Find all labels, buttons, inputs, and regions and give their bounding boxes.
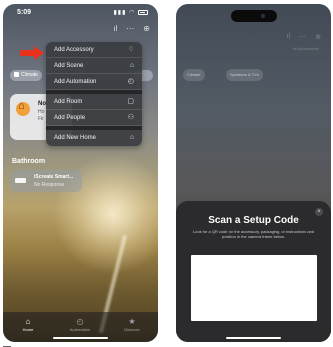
waveform-icon[interactable]: ıl: [113, 24, 117, 33]
chip-speakers-tvs: Speakers & TVs: [226, 69, 263, 81]
card-subtitle: Ho: [38, 109, 45, 115]
tab-label: Automation: [69, 327, 91, 332]
status-time: 5:09: [17, 9, 32, 16]
scan-sheet: × Scan a Setup Code Look for a QR code o…: [176, 201, 331, 342]
add-icon: ⊕: [315, 34, 321, 41]
chip-label: Climate: [187, 72, 201, 77]
menu-item-add-scene[interactable]: Add Scene ⌂: [46, 58, 142, 74]
lightbulb-icon: ♢: [127, 46, 134, 53]
home-indicator: [226, 337, 281, 339]
room-section-title: Bathroom: [12, 158, 46, 165]
house-icon: ⌂: [129, 62, 134, 69]
menu-item-label: Add Accessory: [54, 47, 94, 53]
red-arrow-icon: [20, 46, 44, 60]
add-icon[interactable]: ⊕: [143, 24, 150, 33]
chip-climate: Climate: [183, 69, 205, 81]
thermometer-icon: [14, 72, 19, 78]
more-icon[interactable]: ⋯: [126, 24, 134, 33]
menu-item-label: Add People: [54, 115, 86, 121]
sheet-description: Look for a QR code on the accessory, pac…: [192, 229, 315, 239]
menu-item-label: Add Scene: [54, 63, 84, 69]
home-indicator: [53, 337, 108, 339]
status-bar: 5:09 ▮▮▮ ◠: [3, 9, 158, 21]
chip-label: Climate: [21, 72, 38, 78]
home-app-screen: 5:09 ▮▮▮ ◠ ıl ⋯ ⊕ Climate No Ho Fir Bath…: [3, 4, 158, 342]
home-icon: ⌂: [129, 134, 134, 141]
accessory-name: iScreate Smart...: [34, 174, 74, 180]
menu-item-add-accessory[interactable]: Add Accessory ♢: [46, 42, 142, 58]
add-menu: Add Accessory ♢ Add Scene ⌂ Add Automati…: [46, 42, 142, 146]
tab-home[interactable]: ⌂ Home: [13, 317, 43, 332]
dynamic-island: [231, 10, 277, 22]
tab-bar: ⌂ Home ◴ Automation ★ Discover: [3, 312, 158, 342]
scan-code-screen: ıl ⋯ ⊕ all Accessories Climate Speakers …: [176, 4, 331, 342]
house-icon: ⌂: [25, 317, 31, 326]
clock-icon: ◴: [127, 78, 134, 85]
top-toolbar: ıl ⋯ ⊕: [113, 24, 150, 33]
accessory-tile[interactable]: iScreate Smart... No Response: [10, 170, 82, 192]
chip-climate[interactable]: Climate: [10, 70, 42, 81]
dimmed-caption: all Accessories: [292, 46, 319, 51]
chip-label: Speakers & TVs: [230, 72, 259, 77]
tab-automation[interactable]: ◴ Automation: [65, 317, 95, 332]
tab-label: Home: [22, 327, 34, 332]
screenshot-pair: 5:09 ▮▮▮ ◠ ıl ⋯ ⊕ Climate No Ho Fir Bath…: [0, 0, 333, 347]
menu-item-label: Add New Home: [54, 135, 97, 141]
top-toolbar: ıl ⋯ ⊕: [287, 33, 321, 41]
tab-label: Discover: [124, 327, 140, 332]
menu-item-label: Add Room: [54, 99, 83, 105]
menu-item-label: Add Automation: [54, 79, 97, 85]
menu-item-add-new-home[interactable]: Add New Home ⌂: [46, 130, 142, 146]
more-icon: ⋯: [299, 34, 307, 41]
house-icon: [16, 100, 30, 116]
camera-dot-icon: [261, 14, 265, 18]
clock-icon: ◴: [76, 317, 84, 326]
sheet-title: Scan a Setup Code: [208, 215, 299, 226]
card-detail: Fir: [38, 116, 44, 122]
tab-discover[interactable]: ★ Discover: [117, 317, 147, 332]
signal-icon: ▮▮▮: [113, 10, 127, 16]
screen-icon: [15, 178, 26, 183]
menu-item-add-automation[interactable]: Add Automation ◴: [46, 74, 142, 90]
wifi-icon: ◠: [129, 10, 136, 16]
waveform-icon: ıl: [286, 33, 291, 40]
card-title: No: [38, 101, 46, 107]
room-icon: ▢: [127, 98, 134, 105]
camera-viewfinder[interactable]: [191, 255, 317, 321]
people-icon: ⚇: [127, 114, 134, 121]
status-icons: ▮▮▮ ◠: [113, 9, 148, 16]
accessory-status: No Response: [34, 182, 65, 188]
battery-icon: [138, 9, 148, 15]
star-icon: ★: [128, 317, 136, 326]
menu-item-add-people[interactable]: Add People ⚇: [46, 110, 142, 126]
menu-item-add-room[interactable]: Add Room ▢: [46, 94, 142, 110]
